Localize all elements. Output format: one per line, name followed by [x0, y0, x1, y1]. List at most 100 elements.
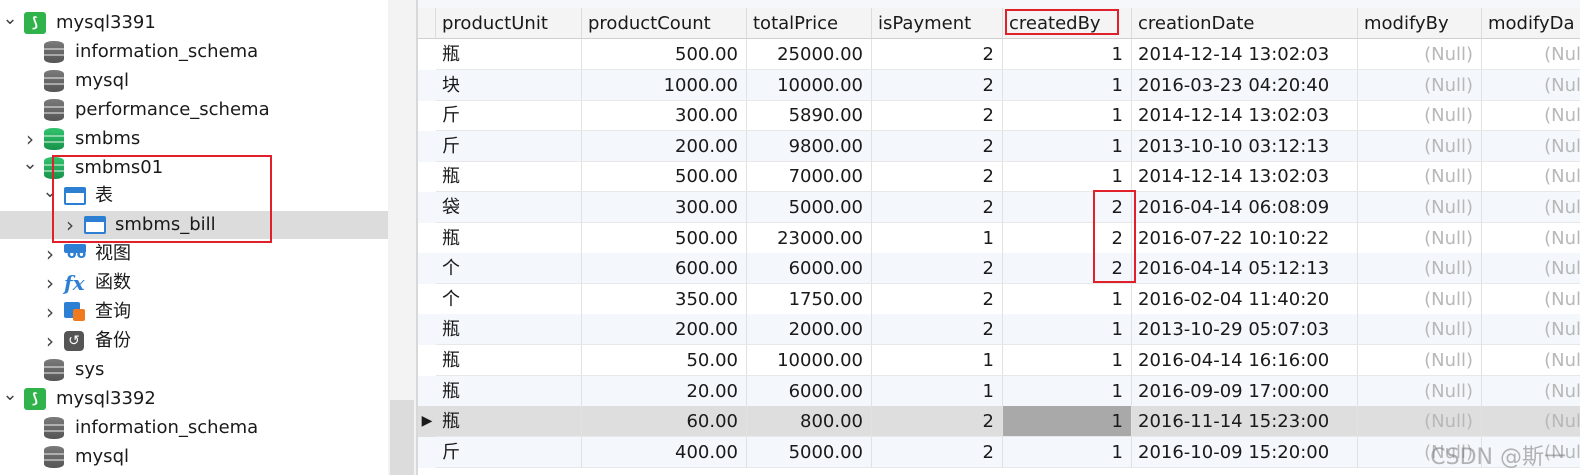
cell-createdby[interactable]: 1: [1003, 436, 1132, 468]
cell-productunit[interactable]: 瓶: [436, 39, 582, 70]
cell-totalprice[interactable]: 9800.00: [747, 130, 872, 162]
cell-ispayment[interactable]: 2: [872, 406, 1003, 438]
table-row[interactable]: 袋 300.00 5000.00 2 2 2016-04-14 06:08:09 (Null…: [418, 192, 1580, 223]
tree-item---11[interactable]: › ↺ 备份: [0, 327, 388, 355]
cell-modifyda[interactable]: (Null): [1482, 253, 1580, 285]
chevron-right-icon[interactable]: ›: [42, 269, 58, 297]
chevron-down-icon[interactable]: ⌄: [2, 9, 18, 37]
cell-productcount[interactable]: 300.00: [582, 100, 747, 132]
cell-productunit[interactable]: 个: [436, 283, 582, 315]
cell-totalprice[interactable]: 6000.00: [747, 253, 872, 285]
tree-item-sys-12[interactable]: sys: [0, 356, 388, 384]
cell-totalprice[interactable]: 10000.00: [747, 69, 872, 101]
cell-productunit[interactable]: 斤: [436, 130, 582, 162]
cell-modifyda[interactable]: (Null): [1482, 284, 1580, 315]
row-indicator[interactable]: [418, 223, 436, 254]
cell-modifyby[interactable]: (Null): [1358, 39, 1482, 70]
cell-productcount[interactable]: 1000.00: [582, 69, 747, 101]
row-indicator[interactable]: [418, 284, 436, 315]
cell-ispayment[interactable]: 2: [872, 283, 1003, 315]
cell-createdby[interactable]: 1: [1003, 406, 1132, 438]
tree-item-smbms-4[interactable]: › smbms: [0, 125, 388, 153]
table-row[interactable]: 斤 400.00 5000.00 2 1 2016-10-09 15:20:00 (Null…: [418, 436, 1580, 468]
tree-item-mysql3391-0[interactable]: ⌄ ⟆ mysql3391: [0, 9, 388, 37]
cell-productcount[interactable]: 350.00: [582, 283, 747, 315]
chevron-right-icon[interactable]: ›: [42, 240, 58, 268]
chevron-down-icon[interactable]: ⌄: [2, 384, 18, 413]
cell-creationdate[interactable]: 2016-04-14 05:12:13: [1132, 253, 1358, 285]
cell-productcount[interactable]: 200.00: [582, 130, 747, 162]
cell-createdby[interactable]: 1: [1003, 39, 1132, 70]
cell-creationdate[interactable]: 2016-03-23 04:20:40: [1132, 69, 1358, 101]
row-indicator[interactable]: [418, 39, 436, 70]
cell-productcount[interactable]: 200.00: [582, 314, 747, 346]
cell-modifyda[interactable]: (Null): [1482, 376, 1580, 407]
cell-ispayment[interactable]: 1: [872, 345, 1003, 376]
chevron-down-icon[interactable]: ⌄: [22, 153, 38, 182]
cell-modifyda[interactable]: (Null): [1482, 70, 1580, 101]
cell-ispayment[interactable]: 1: [872, 375, 1003, 407]
cell-modifyby[interactable]: (Null): [1358, 314, 1482, 346]
column-header-ispayment[interactable]: isPayment: [872, 8, 1003, 39]
cell-creationdate[interactable]: 2016-04-14 16:16:00: [1132, 345, 1358, 376]
cell-createdby[interactable]: 1: [1003, 375, 1132, 407]
cell-creationdate[interactable]: 2014-12-14 13:02:03: [1132, 161, 1358, 193]
row-indicator[interactable]: [418, 100, 436, 131]
cell-productunit[interactable]: 瓶: [436, 161, 582, 193]
row-indicator[interactable]: [418, 131, 436, 162]
cell-productunit[interactable]: 瓶: [436, 375, 582, 407]
table-row[interactable]: 瓶 200.00 2000.00 2 1 2013-10-29 05:07:03 (Null…: [418, 314, 1580, 346]
chevron-right-icon[interactable]: ›: [22, 125, 38, 153]
cell-ispayment[interactable]: 1: [872, 222, 1003, 254]
cell-productcount[interactable]: 50.00: [582, 345, 747, 376]
table-row[interactable]: 瓶 20.00 6000.00 1 1 2016-09-09 17:00:00 (Null)…: [418, 375, 1580, 407]
cell-createdby[interactable]: 1: [1003, 345, 1132, 376]
cell-creationdate[interactable]: 2016-11-14 15:23:00: [1132, 406, 1358, 438]
cell-ispayment[interactable]: 2: [872, 253, 1003, 285]
table-row[interactable]: 瓶 500.00 25000.00 2 1 2014-12-14 13:02:03 (Nul…: [418, 39, 1580, 70]
cell-modifyby[interactable]: (Null): [1358, 375, 1482, 407]
tree-item-information-schema-14[interactable]: information_schema: [0, 414, 388, 442]
cell-ispayment[interactable]: 2: [872, 100, 1003, 132]
cell-productcount[interactable]: 500.00: [582, 222, 747, 254]
cell-totalprice[interactable]: 800.00: [747, 406, 872, 438]
cell-productunit[interactable]: 块: [436, 69, 582, 101]
tree-item-mysql3392-13[interactable]: ⌄ ⟆ mysql3392: [0, 384, 388, 413]
cell-modifyby[interactable]: (Null): [1358, 161, 1482, 193]
cell-modifyby[interactable]: (Null): [1358, 100, 1482, 132]
cell-modifyda[interactable]: (Null): [1482, 406, 1580, 438]
cell-productunit[interactable]: 斤: [436, 100, 582, 132]
tree-item-performance-schema-3[interactable]: performance_schema: [0, 96, 388, 124]
cell-modifyby[interactable]: (Null): [1358, 253, 1482, 285]
tree-item-mysql-2[interactable]: mysql: [0, 67, 388, 95]
cell-productcount[interactable]: 500.00: [582, 39, 747, 70]
table-row[interactable]: 个 350.00 1750.00 2 1 2016-02-04 11:40:20 (Null…: [418, 283, 1580, 315]
table-row[interactable]: 块 1000.00 10000.00 2 1 2016-03-23 04:20:40 (Nu…: [418, 69, 1580, 101]
cell-productunit[interactable]: 瓶: [436, 222, 582, 254]
cell-modifyby[interactable]: (Null): [1358, 345, 1482, 376]
cell-creationdate[interactable]: 2016-04-14 06:08:09: [1132, 192, 1358, 223]
table-row[interactable]: 个 600.00 6000.00 2 2 2016-04-14 05:12:13 (Null…: [418, 253, 1580, 285]
tree-item---10[interactable]: › 查询: [0, 298, 388, 326]
table-row[interactable]: 斤 200.00 9800.00 2 1 2013-10-10 03:12:13 (Null…: [418, 130, 1580, 162]
cell-creationdate[interactable]: 2013-10-10 03:12:13: [1132, 130, 1358, 162]
cell-createdby[interactable]: 1: [1003, 161, 1132, 193]
table-row[interactable]: 瓶 500.00 23000.00 1 2 2016-07-22 10:10:22 (Nul…: [418, 222, 1580, 254]
table-row[interactable]: ▶ 瓶 60.00 800.00 2 1 2016-11-14 15:23:00 (Null)…: [418, 406, 1580, 438]
tree-item---8[interactable]: › 视图: [0, 240, 388, 268]
cell-totalprice[interactable]: 25000.00: [747, 39, 872, 70]
cell-totalprice[interactable]: 5890.00: [747, 100, 872, 132]
row-indicator[interactable]: [418, 314, 436, 345]
cell-modifyby[interactable]: (Null): [1358, 130, 1482, 162]
cell-productcount[interactable]: 600.00: [582, 253, 747, 285]
column-header-productunit[interactable]: productUnit: [436, 8, 582, 39]
cell-totalprice[interactable]: 7000.00: [747, 161, 872, 193]
row-indicator[interactable]: [418, 161, 436, 192]
cell-modifyby[interactable]: (Null): [1358, 406, 1482, 438]
cell-createdby[interactable]: 1: [1003, 283, 1132, 315]
cell-createdby[interactable]: 1: [1003, 314, 1132, 346]
cell-totalprice[interactable]: 6000.00: [747, 375, 872, 407]
row-indicator[interactable]: [418, 253, 436, 284]
cell-modifyda[interactable]: (Null): [1482, 223, 1580, 254]
cell-totalprice[interactable]: 10000.00: [747, 345, 872, 376]
